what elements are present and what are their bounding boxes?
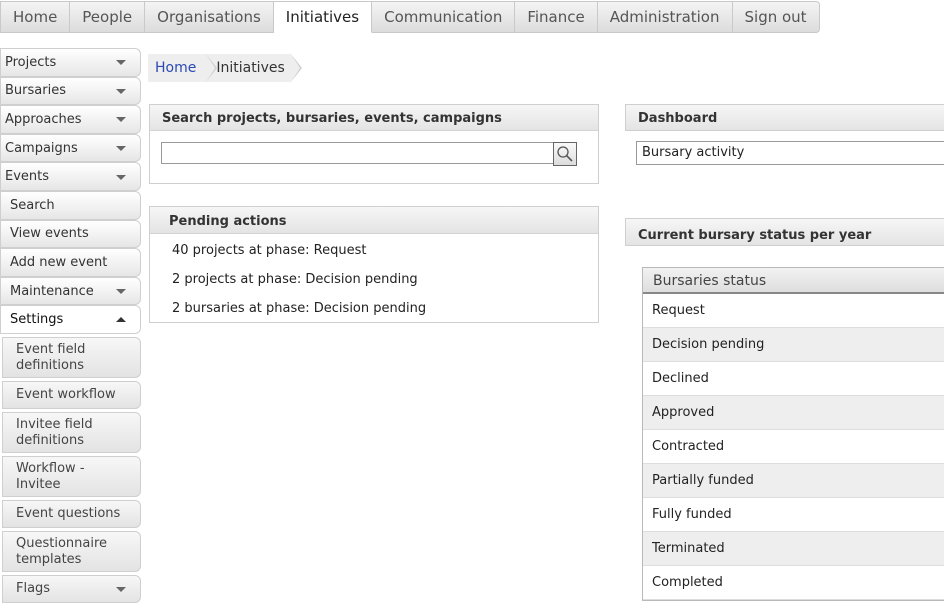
table-row: Approved [643, 396, 944, 430]
sidebar-item-events[interactable]: Events [0, 162, 141, 191]
table-row: Declined [643, 362, 944, 396]
search-panel-title: Search projects, bursaries, events, camp… [150, 105, 598, 131]
sidebar-item-search[interactable]: Search [0, 190, 141, 220]
submenu-item-label: Flags [16, 580, 51, 596]
dashboard-title: Dashboard [625, 104, 944, 131]
chevron-down-icon [116, 174, 126, 180]
chevron-down-icon [116, 289, 126, 295]
sidebar-item-label: Campaigns [5, 140, 78, 156]
pending-action-link[interactable]: 2 bursaries at phase: Decision pending [150, 294, 598, 323]
sidebar-item-label: Bursaries [5, 83, 66, 99]
dashboard-panel: Dashboard Bursary activity [625, 104, 944, 166]
tab-finance[interactable]: Finance [515, 1, 598, 33]
tab-administration[interactable]: Administration [597, 1, 733, 33]
tab-initiatives[interactable]: Initiatives [273, 1, 373, 33]
top-navigation: Home People Organisations Initiatives Co… [0, 1, 820, 33]
bursary-status-table: Bursaries status Request Decision pendin… [642, 267, 944, 601]
sidebar-item-label: View events [10, 226, 89, 242]
submenu-item-event-workflow[interactable]: Event workflow [2, 380, 141, 409]
submenu-item-questionnaire-templates[interactable]: Questionnaire templates [2, 530, 141, 572]
sidebar-item-label: Add new event [10, 254, 108, 270]
submenu-item-invitee-field-definitions[interactable]: Invitee field definitions [2, 411, 141, 453]
search-input[interactable] [161, 142, 555, 164]
sidebar-item-view-events[interactable]: View events [0, 219, 141, 249]
breadcrumb-home[interactable]: Home [148, 54, 218, 82]
bursary-status-title: Current bursary status per year [625, 218, 944, 246]
tab-organisations[interactable]: Organisations [145, 1, 274, 33]
submenu-item-event-questions[interactable]: Event questions [2, 499, 141, 528]
table-row: Completed [643, 566, 944, 600]
breadcrumb-home-label: Home [155, 60, 197, 76]
search-icon [557, 146, 573, 162]
pending-action-link[interactable]: 40 projects at phase: Request [150, 236, 598, 265]
sidebar-item-label: Approaches [5, 111, 82, 127]
submenu-item-workflow-invitee[interactable]: Workflow - Invitee [2, 455, 141, 497]
table-row: Fully funded [643, 498, 944, 532]
app-root: Home People Organisations Initiatives Co… [0, 0, 944, 603]
sidebar-item-label: Search [10, 197, 55, 213]
tab-sign-out[interactable]: Sign out [732, 1, 820, 33]
pending-actions-title: Pending actions [150, 207, 598, 234]
sidebar-item-add-new-event[interactable]: Add new event [0, 248, 141, 277]
sidebar-item-label: Settings [10, 312, 64, 328]
sidebar-item-projects[interactable]: Projects [0, 48, 141, 77]
table-row: Decision pending [643, 328, 944, 362]
chevron-down-icon [116, 146, 126, 152]
sidebar-item-approaches[interactable]: Approaches [0, 105, 141, 134]
chevron-down-icon [116, 586, 126, 592]
tab-home[interactable]: Home [0, 1, 71, 33]
table-row: Request [643, 294, 944, 328]
pending-action-link[interactable]: 2 projects at phase: Decision pending [150, 265, 598, 294]
submenu-item-flags[interactable]: Flags [2, 574, 141, 603]
sidebar-item-bursaries[interactable]: Bursaries [0, 76, 141, 106]
settings-submenu: Event field definitions Event workflow I… [2, 336, 141, 603]
sidebar-item-maintenance[interactable]: Maintenance [0, 276, 141, 306]
sidebar: Projects Bursaries Approaches Campaigns … [0, 48, 141, 603]
chevron-down-icon [116, 117, 126, 123]
breadcrumb-current: Initiatives [206, 54, 302, 82]
sidebar-item-label: Projects [5, 54, 57, 70]
breadcrumb-current-label: Initiatives [216, 60, 285, 76]
breadcrumb: Home Initiatives [148, 54, 302, 82]
breadcrumb-separator-fill [290, 54, 300, 82]
sidebar-item-settings[interactable]: Settings [0, 305, 141, 334]
bursary-status-section: Current bursary status per year [625, 218, 944, 246]
chevron-down-icon [116, 88, 126, 94]
sidebar-item-campaigns[interactable]: Campaigns [0, 133, 141, 163]
table-row: Partially funded [643, 464, 944, 498]
table-header: Bursaries status [643, 268, 944, 294]
dashboard-select[interactable]: Bursary activity [636, 141, 944, 165]
breadcrumb-separator-fill [206, 54, 216, 82]
tab-communication[interactable]: Communication [372, 1, 516, 33]
pending-actions-panel: Pending actions 40 projects at phase: Re… [149, 206, 599, 323]
search-panel: Search projects, bursaries, events, camp… [149, 104, 599, 184]
sidebar-item-label: Events [5, 169, 50, 185]
chevron-up-icon [116, 316, 126, 322]
table-row: Contracted [643, 430, 944, 464]
tab-people[interactable]: People [70, 1, 146, 33]
table-row: Terminated [643, 532, 944, 566]
chevron-down-icon [116, 60, 126, 66]
search-button[interactable] [553, 142, 577, 166]
submenu-item-event-field-definitions[interactable]: Event field definitions [2, 336, 141, 378]
sidebar-item-label: Maintenance [10, 283, 94, 299]
